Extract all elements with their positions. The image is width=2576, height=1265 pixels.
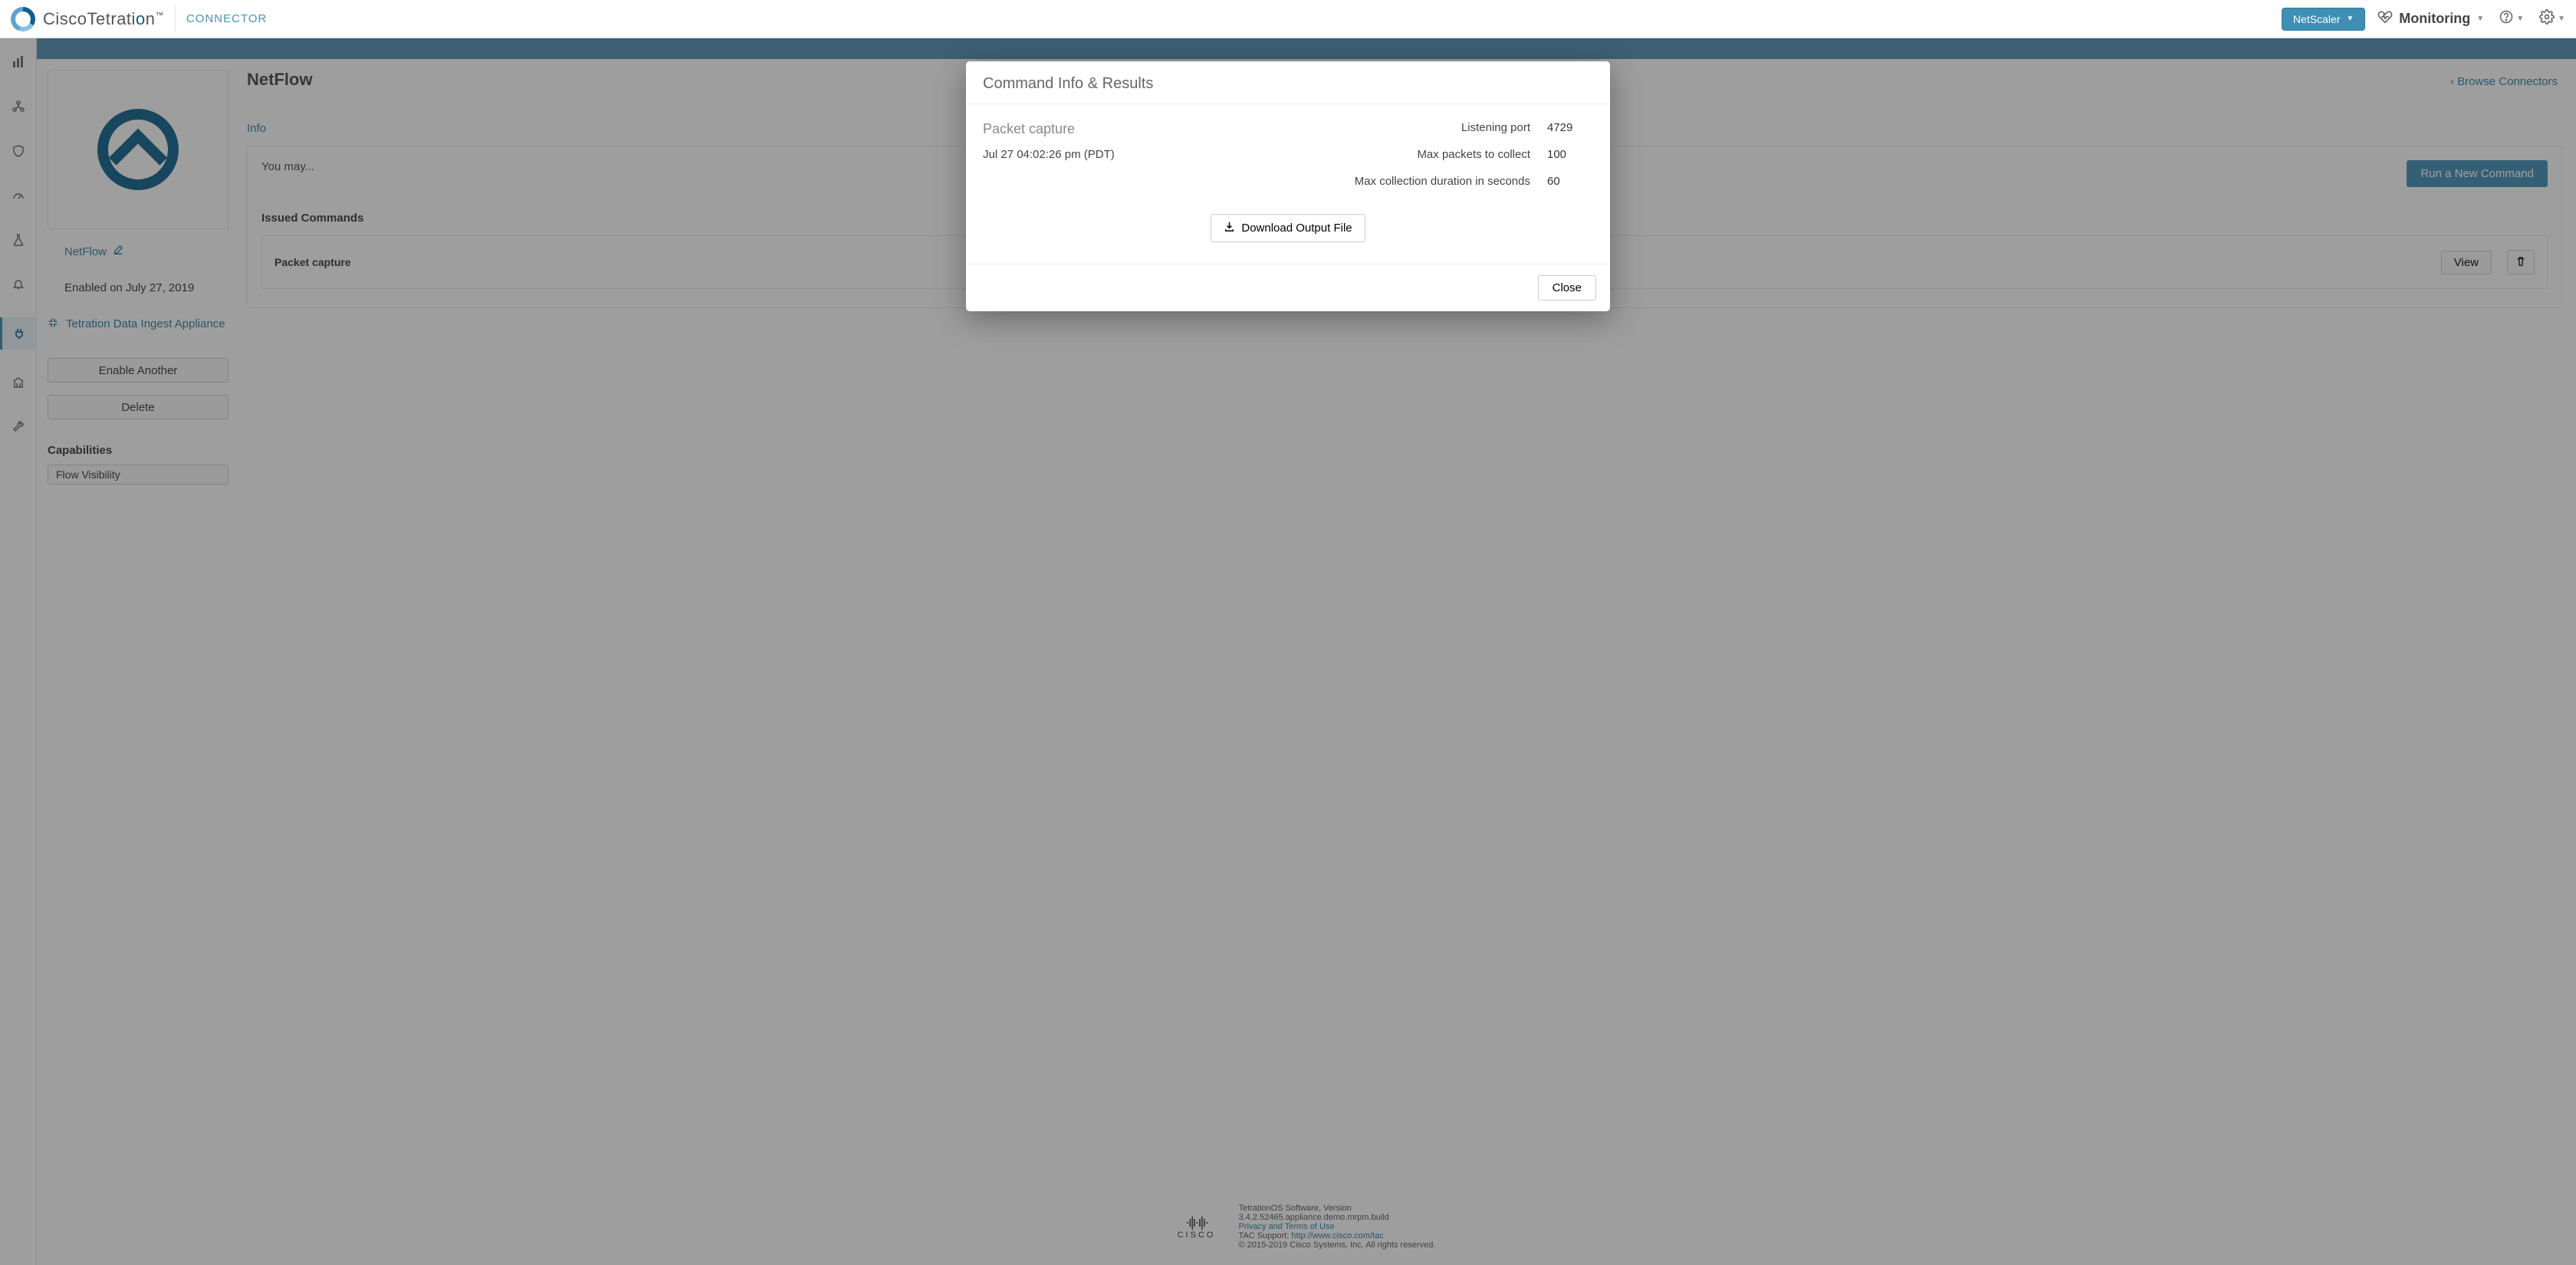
max-packets-label: Max packets to collect bbox=[1303, 148, 1530, 161]
gear-icon bbox=[2539, 9, 2555, 28]
download-label: Download Output File bbox=[1241, 222, 1352, 235]
download-output-button[interactable]: Download Output File bbox=[1211, 214, 1365, 242]
close-button[interactable]: Close bbox=[1538, 275, 1596, 301]
scope-label: NetScaler bbox=[2293, 13, 2340, 25]
caret-down-icon: ▼ bbox=[2516, 15, 2524, 23]
settings-dropdown[interactable]: ▼ bbox=[2539, 9, 2565, 28]
brand-accent: o bbox=[136, 9, 146, 28]
brand-prefix: Cisco bbox=[43, 9, 87, 28]
top-header: CiscoTetration™ CONNECTOR NetScaler ▼ Mo… bbox=[0, 0, 2576, 38]
brand-suffix: n bbox=[146, 9, 156, 28]
max-packets-value: 100 bbox=[1547, 148, 1593, 161]
scope-dropdown[interactable]: NetScaler ▼ bbox=[2282, 8, 2365, 31]
brand-logo[interactable]: CiscoTetration™ bbox=[11, 7, 164, 31]
app-root: CiscoTetration™ CONNECTOR NetScaler ▼ Mo… bbox=[0, 0, 2576, 1265]
help-dropdown[interactable]: ▼ bbox=[2499, 10, 2524, 28]
max-duration-value: 60 bbox=[1547, 175, 1593, 188]
max-duration-row: Max collection duration in seconds 60 bbox=[1303, 175, 1593, 188]
command-results-modal: Command Info & Results Packet capture Ju… bbox=[966, 61, 1610, 311]
caret-down-icon: ▼ bbox=[2346, 15, 2354, 23]
connector-breadcrumb[interactable]: CONNECTOR bbox=[186, 12, 267, 25]
modal-subtitle: Packet capture bbox=[983, 121, 1273, 137]
brand-tm: ™ bbox=[155, 11, 164, 20]
max-duration-label: Max collection duration in seconds bbox=[1303, 175, 1530, 188]
modal-title: Command Info & Results bbox=[966, 61, 1610, 104]
download-icon bbox=[1224, 221, 1235, 235]
listening-port-value: 4729 bbox=[1547, 121, 1593, 134]
help-icon bbox=[2499, 10, 2513, 28]
listening-port-label: Listening port bbox=[1303, 121, 1530, 134]
caret-down-icon: ▼ bbox=[2476, 15, 2484, 23]
monitoring-dropdown[interactable]: Monitoring ▼ bbox=[2377, 10, 2484, 28]
modal-timestamp: Jul 27 04:02:26 pm (PDT) bbox=[983, 148, 1273, 161]
header-separator bbox=[175, 6, 176, 32]
caret-down-icon: ▼ bbox=[2558, 15, 2565, 23]
brand-swirl-icon bbox=[11, 7, 35, 31]
brand-main: Tetrati bbox=[87, 9, 136, 28]
max-packets-row: Max packets to collect 100 bbox=[1303, 148, 1593, 161]
modal-overlay[interactable]: Command Info & Results Packet capture Ju… bbox=[0, 38, 2576, 1265]
body-area: ‹ Browse Connectors NetFlow bbox=[0, 38, 2576, 1265]
brand-text: CiscoTetration™ bbox=[43, 9, 164, 29]
monitoring-label: Monitoring bbox=[2399, 11, 2470, 27]
heartbeat-icon bbox=[2377, 10, 2393, 28]
listening-port-row: Listening port 4729 bbox=[1303, 121, 1593, 134]
